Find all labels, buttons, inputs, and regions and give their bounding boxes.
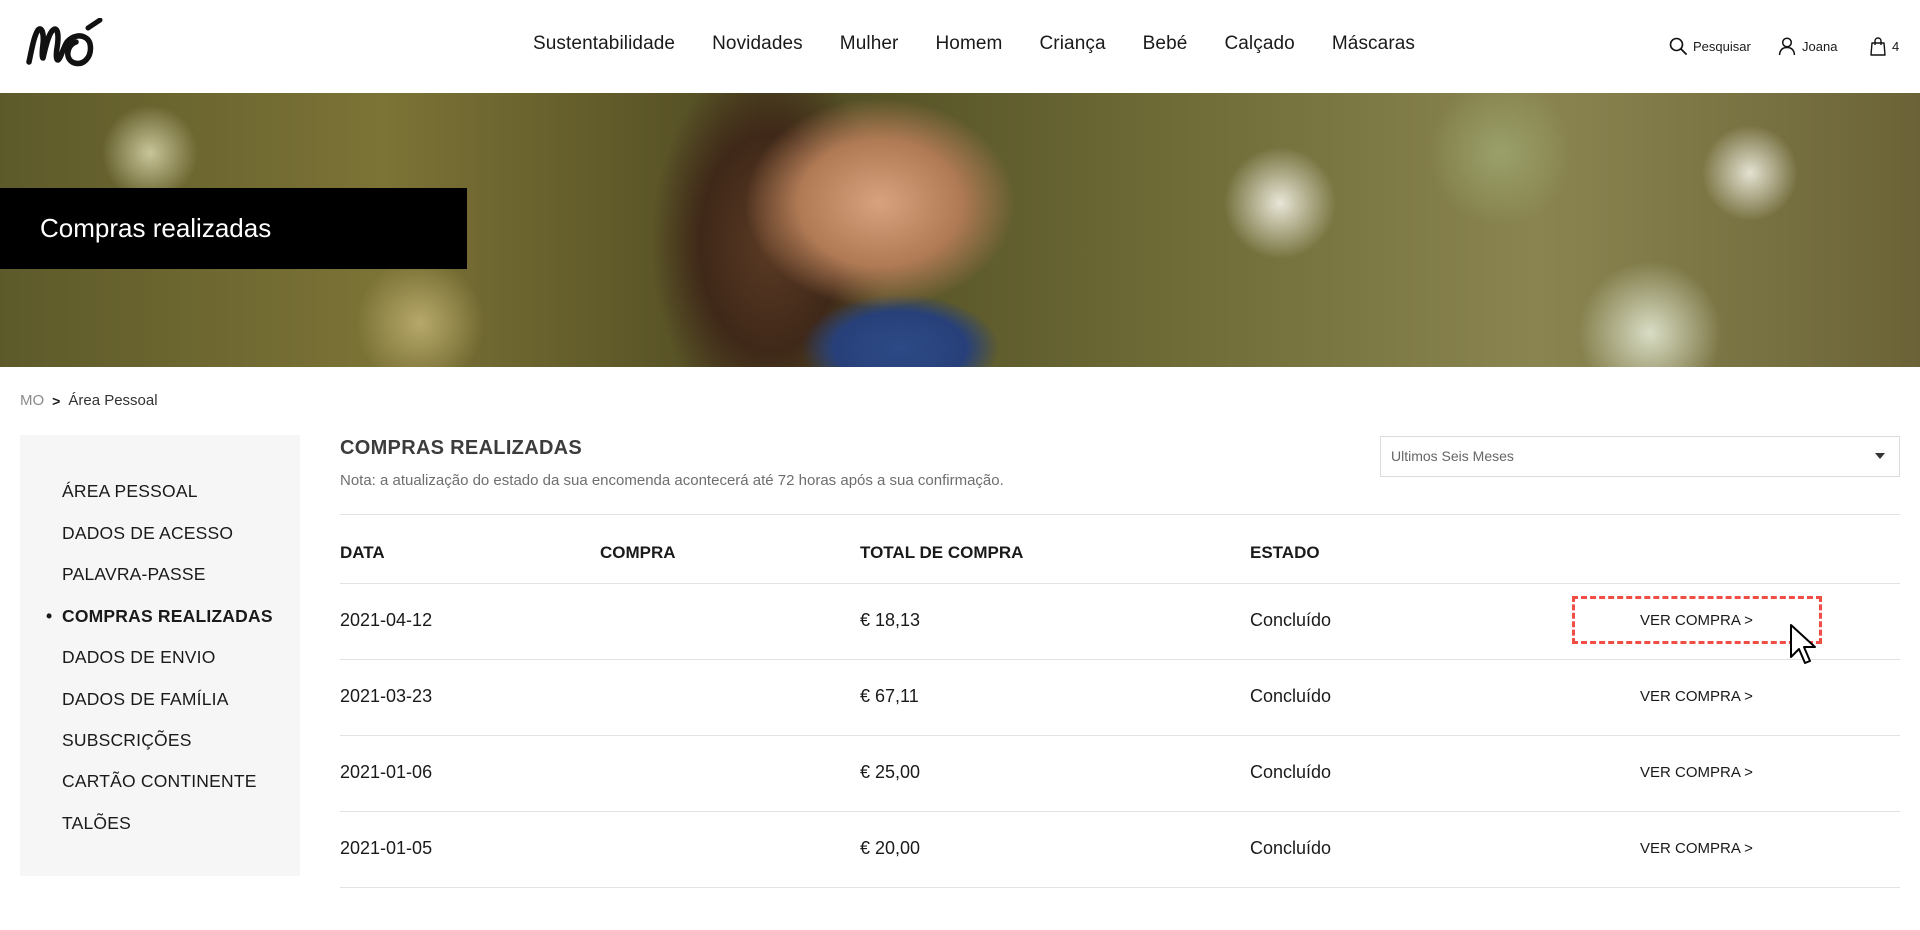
nav-item-mascaras[interactable]: Máscaras <box>1332 33 1415 55</box>
sidebar-item-palavra-passe[interactable]: PALAVRA-PASSE <box>62 564 206 585</box>
view-purchase-button[interactable]: VER COMPRA > <box>1640 764 1753 781</box>
main-nav: Sustentabilidade Novidades Mulher Homem … <box>0 33 1920 55</box>
user-name: Joana <box>1802 39 1838 54</box>
view-purchase-button[interactable]: VER COMPRA > <box>1640 840 1753 857</box>
cart-count: 4 <box>1892 39 1900 54</box>
column-header-total: TOTAL DE COMPRA <box>860 543 1024 562</box>
target-highlight-box <box>1572 596 1822 644</box>
cell-date: 2021-03-23 <box>340 686 433 706</box>
cell-date: 2021-01-06 <box>340 762 433 782</box>
site-header: Sustentabilidade Novidades Mulher Homem … <box>0 0 1920 93</box>
cell-total: € 67,11 <box>860 686 919 706</box>
page-title: COMPRAS REALIZADAS <box>340 437 583 459</box>
nav-item-sustentabilidade[interactable]: Sustentabilidade <box>533 33 675 55</box>
hero-title: Compras realizadas <box>40 213 272 243</box>
mouse-pointer-icon <box>1790 624 1816 664</box>
column-header-compra: COMPRA <box>600 543 676 562</box>
nav-item-bebe[interactable]: Bebé <box>1143 33 1188 55</box>
breadcrumb-home[interactable]: MO <box>20 392 44 409</box>
period-filter-value: Ultimos Seis Meses <box>1391 448 1514 464</box>
breadcrumb: MO > Área Pessoal <box>20 392 158 409</box>
user-icon <box>1778 37 1796 56</box>
breadcrumb-separator: > <box>52 392 61 409</box>
search-button[interactable]: Pesquisar <box>1669 37 1751 55</box>
breadcrumb-current: Área Pessoal <box>68 392 158 409</box>
cell-date: 2021-04-12 <box>340 610 433 630</box>
search-icon <box>1669 37 1687 55</box>
divider <box>340 514 1900 515</box>
row-divider <box>340 659 1900 660</box>
cell-date: 2021-01-05 <box>340 838 433 858</box>
column-header-data: DATA <box>340 543 385 562</box>
cell-total: € 25,00 <box>860 762 921 782</box>
cell-total: € 18,13 <box>860 610 921 630</box>
cell-status: Concluído <box>1250 762 1332 782</box>
sidebar-item-cartao-continente[interactable]: CARTÃO CONTINENTE <box>62 771 257 792</box>
active-marker: • <box>46 606 53 626</box>
period-filter-select[interactable]: Ultimos Seis Meses <box>1380 436 1900 477</box>
sidebar-item-dados-de-acesso[interactable]: DADOS DE ACESSO <box>62 523 233 544</box>
cell-status: Concluído <box>1250 838 1332 858</box>
nav-item-mulher[interactable]: Mulher <box>840 33 899 55</box>
nav-item-homem[interactable]: Homem <box>935 33 1002 55</box>
sidebar-item-dados-de-familia[interactable]: DADOS DE FAMÍLIA <box>62 689 229 710</box>
sidebar-item-dados-de-envio[interactable]: DADOS DE ENVIO <box>62 647 216 668</box>
shopping-bag-icon <box>1870 37 1886 56</box>
nav-item-calcado[interactable]: Calçado <box>1224 33 1294 55</box>
column-header-estado: ESTADO <box>1250 543 1320 562</box>
hero-banner: Compras realizadas <box>0 93 1920 367</box>
page-note: Nota: a atualização do estado da sua enc… <box>340 472 1004 489</box>
sidebar-item-subscricoes[interactable]: SUBSCRIÇÕES <box>62 730 192 751</box>
cart-button[interactable]: 4 <box>1870 37 1899 56</box>
row-divider <box>340 811 1900 812</box>
hero-title-box: Compras realizadas <box>0 188 467 269</box>
divider <box>340 583 1900 584</box>
view-purchase-button[interactable]: VER COMPRA > <box>1640 688 1753 705</box>
cell-status: Concluído <box>1250 610 1332 630</box>
nav-item-crianca[interactable]: Criança <box>1039 33 1105 55</box>
search-label: Pesquisar <box>1693 38 1751 54</box>
sidebar-item-compras-realizadas[interactable]: • COMPRAS REALIZADAS <box>46 606 273 627</box>
account-sidebar: ÁREA PESSOAL DADOS DE ACESSO PALAVRA-PAS… <box>20 435 300 876</box>
sidebar-item-area-pessoal[interactable]: ÁREA PESSOAL <box>62 481 198 502</box>
sidebar-item-label: COMPRAS REALIZADAS <box>62 606 273 626</box>
sidebar-item-taloes[interactable]: TALÕES <box>62 813 131 834</box>
cell-total: € 20,00 <box>860 838 921 858</box>
account-button[interactable]: Joana <box>1778 37 1837 56</box>
chevron-down-icon <box>1875 453 1885 459</box>
nav-item-novidades[interactable]: Novidades <box>712 33 803 55</box>
cell-status: Concluído <box>1250 686 1332 706</box>
row-divider <box>340 735 1900 736</box>
row-divider <box>340 887 1900 888</box>
